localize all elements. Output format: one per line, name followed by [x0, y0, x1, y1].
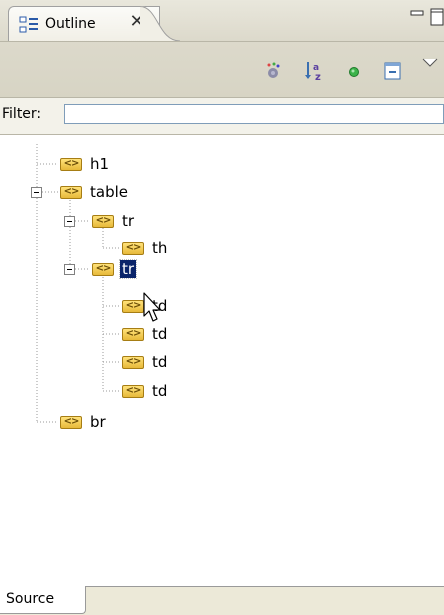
html-tag-icon: <> — [92, 214, 114, 228]
tree-node-h1[interactable]: <> h1 — [60, 154, 109, 174]
filter-bar: Filter: — [0, 97, 444, 134]
tree-node-label: td — [152, 325, 168, 343]
tree-node-td[interactable]: <> td — [122, 381, 167, 401]
sort-alphabetically-icon[interactable]: a z — [304, 60, 326, 83]
tree-node-tr-selected[interactable]: <> tr — [92, 259, 138, 279]
source-tab[interactable]: Source — [0, 586, 86, 614]
html-tag-icon: <> — [122, 384, 144, 398]
editor-bottom-tabs: Source — [0, 586, 444, 615]
outline-tree: <> h1 <> table <> tr <> th <> tr <> td <… — [0, 134, 444, 587]
filter-members-icon[interactable] — [262, 60, 284, 82]
view-tab-bar: Outline ✕ — [0, 0, 444, 42]
tree-node-label: td — [152, 353, 168, 371]
html-tag-icon: <> — [122, 355, 144, 369]
outline-tab[interactable]: Outline ✕ — [8, 6, 160, 42]
collapse-all-icon[interactable] — [382, 60, 404, 82]
view-menu-icon[interactable] — [420, 56, 440, 78]
tree-node-th[interactable]: <> th — [122, 238, 167, 258]
html-tag-icon: <> — [92, 262, 114, 276]
outline-toolbar: a z — [0, 41, 444, 98]
tree-node-label: th — [152, 239, 168, 257]
html-tag-icon: <> — [60, 157, 82, 171]
show-attributes-icon[interactable] — [343, 60, 365, 82]
filter-label: Filter: — [2, 106, 42, 122]
tree-node-table[interactable]: <> table — [60, 182, 128, 202]
tree-node-td[interactable]: <> td — [122, 324, 167, 344]
minimize-icon[interactable] — [410, 8, 424, 22]
mouse-pointer-icon — [142, 292, 166, 326]
tree-node-tr[interactable]: <> tr — [92, 211, 134, 231]
tree-node-br[interactable]: <> br — [60, 412, 106, 432]
html-tag-icon: <> — [60, 185, 82, 199]
tree-node-td[interactable]: <> td — [122, 352, 167, 372]
tree-node-label: table — [90, 183, 128, 201]
html-tag-icon: <> — [122, 327, 144, 341]
tree-node-label: tr — [122, 212, 135, 230]
expand-toggle-tr-2[interactable] — [64, 264, 75, 275]
outline-icon — [19, 16, 39, 34]
tab-curve — [140, 6, 180, 42]
tree-node-label: br — [90, 413, 106, 431]
expand-toggle-tr-1[interactable] — [64, 216, 75, 227]
html-tag-icon: <> — [122, 299, 144, 313]
tree-node-label: tr — [118, 259, 138, 279]
tree-node-label: h1 — [90, 155, 110, 173]
filter-input[interactable] — [64, 104, 444, 124]
source-tab-label: Source — [6, 591, 55, 607]
html-tag-icon: <> — [122, 241, 144, 255]
tree-node-label: td — [152, 382, 168, 400]
tree-connector-lines — [36, 144, 120, 423]
outline-tab-label: Outline — [45, 16, 96, 32]
maximize-icon[interactable] — [430, 8, 444, 26]
html-tag-icon: <> — [60, 415, 82, 429]
expand-toggle-table[interactable] — [31, 187, 42, 198]
svg-text:z: z — [315, 72, 321, 82]
